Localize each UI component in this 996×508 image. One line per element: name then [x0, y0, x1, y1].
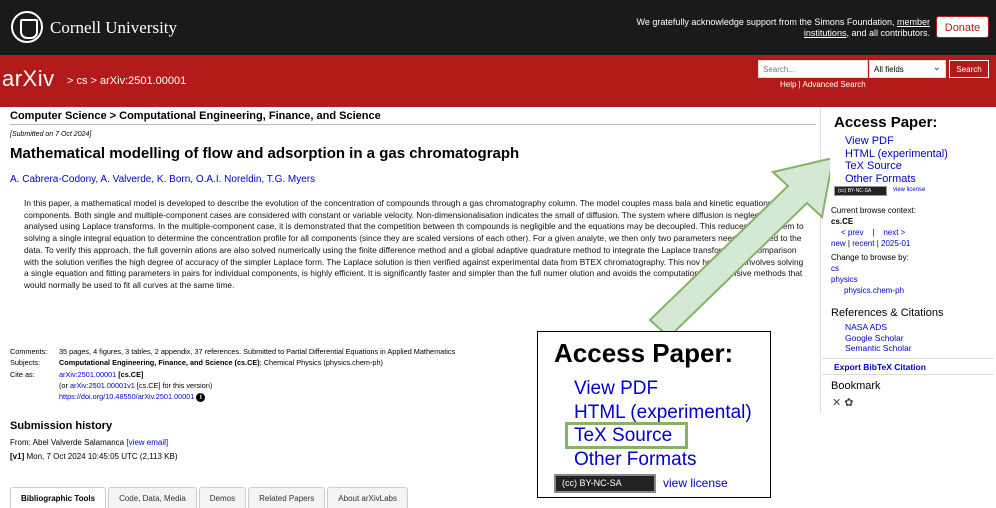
callout-html-link[interactable]: HTML (experimental): [574, 401, 752, 425]
nav-separator: |: [872, 228, 875, 237]
callout-heading: Access Paper:: [554, 338, 734, 368]
nasa-ads-link[interactable]: NASA ADS: [845, 322, 912, 333]
cite-tag: [cs.CE]: [116, 369, 144, 379]
acknowledgement: We gratefully acknowledge support from t…: [612, 17, 931, 39]
callout-other-formats-link[interactable]: Other Formats: [574, 448, 752, 472]
cite-id-link[interactable]: arXiv:2501.00001: [59, 370, 116, 379]
subjects-label: Subjects:: [10, 358, 41, 368]
author-list[interactable]: A. Cabrera-Codony, A. Valverde, K. Born,…: [10, 174, 315, 185]
cite-label: Cite as:: [10, 369, 35, 379]
callout-arrow: [648, 157, 830, 339]
donate-button[interactable]: Donate: [936, 16, 989, 38]
submitted-date: [Submitted on 7 Oct 2024]: [10, 131, 92, 138]
tab-about-arxivlabs[interactable]: About arXivLabs: [327, 487, 408, 508]
tex-source-highlight: [565, 422, 688, 449]
member-link[interactable]: member: [897, 17, 930, 27]
nav-separator: |: [847, 239, 850, 248]
view-pdf-link[interactable]: View PDF: [845, 135, 948, 148]
institutions-link[interactable]: institutions: [804, 28, 847, 38]
cornell-name[interactable]: Cornell University: [50, 18, 177, 38]
cornell-seal-icon[interactable]: [11, 11, 43, 43]
bookmark-icons: ✕ ✿: [832, 396, 854, 409]
chevron-down-icon: ⌄: [932, 62, 941, 73]
metadata-table: Comments: 35 pages, 4 figures, 3 tables, …: [10, 346, 456, 403]
export-bibtex-link[interactable]: Export BibTeX Citation: [834, 362, 926, 372]
secondary-subjects: ; Chemical Physics (physics.chem-ph): [259, 358, 383, 368]
references-heading: References & Citations: [831, 307, 944, 319]
new-link[interactable]: new: [831, 239, 846, 248]
cite-version-link[interactable]: arXiv:2501.00001v1: [70, 381, 135, 390]
comments-value: 35 pages, 4 figures, 3 tables, 2 appendi…: [59, 347, 456, 356]
google-scholar-link[interactable]: Google Scholar: [845, 333, 912, 344]
help-advanced-search-link[interactable]: Help | Advanced Search: [780, 80, 866, 89]
primary-subject: Computational Engineering, Finance, and …: [59, 358, 260, 368]
subject-header: Computer Science > Computational Enginee…: [10, 110, 381, 122]
bibsonomy-icon[interactable]: ✕: [832, 397, 841, 409]
tab-demos[interactable]: Demos: [198, 487, 247, 508]
browse-cs-link[interactable]: cs: [831, 264, 839, 273]
search-field-value: All fields: [874, 65, 904, 74]
change-browse-label: Change to browse by:: [831, 253, 909, 262]
bookmark-heading: Bookmark: [831, 380, 881, 392]
browse-context: Current browse context: cs.CE < prev | n…: [831, 205, 916, 296]
references-list: NASA ADS Google Scholar Semantic Scholar: [845, 322, 912, 354]
callout-cc-license-badge[interactable]: (cc) BY-NC-SA: [554, 474, 656, 493]
browse-context-label: Current browse context:: [831, 206, 916, 215]
prev-link[interactable]: < prev: [841, 228, 863, 237]
divider: [822, 358, 994, 359]
tex-source-link[interactable]: TeX Source: [845, 160, 948, 173]
callout-view-license-link[interactable]: view license: [663, 476, 728, 490]
breadcrumb[interactable]: > cs > arXiv:2501.00001: [67, 75, 186, 87]
month-link[interactable]: 2025-01: [881, 239, 910, 248]
submission-history-heading: Submission history: [10, 420, 113, 432]
version-date: Mon, 7 Oct 2024 10:45:05 UTC (2,113 KB): [24, 452, 178, 461]
search-button[interactable]: Search: [949, 60, 989, 78]
other-formats-link[interactable]: Other Formats: [845, 173, 948, 186]
access-paper-list: View PDF HTML (experimental) TeX Source …: [845, 135, 948, 185]
doi-link[interactable]: https://doi.org/10.48550/arXiv.2501.0000…: [59, 392, 194, 401]
cc-license-badge[interactable]: (cc) BY-NC-SA: [834, 186, 887, 196]
view-email-link[interactable]: [view email]: [126, 438, 168, 447]
comments-label: Comments:: [10, 347, 48, 356]
nav-separator: |: [876, 239, 879, 248]
ack-text-2: , and all contributors.: [846, 28, 930, 38]
view-license-link[interactable]: view license: [893, 187, 925, 193]
browse-physics-link[interactable]: physics: [831, 275, 858, 284]
html-experimental-link[interactable]: HTML (experimental): [845, 148, 948, 161]
divider: [822, 374, 994, 375]
recent-link[interactable]: recent: [852, 239, 874, 248]
callout-view-pdf-link[interactable]: View PDF: [574, 377, 752, 401]
tools-tabs: Bibliographic Tools Code, Data, Media De…: [10, 487, 410, 508]
next-link[interactable]: next >: [883, 228, 905, 237]
submitter: From: Abel Valverde Salamanca [view emai…: [10, 438, 168, 447]
arxiv-logo[interactable]: arXiv: [2, 66, 55, 92]
cite-version-pre: (or: [59, 380, 70, 390]
tab-related-papers[interactable]: Related Papers: [248, 487, 326, 508]
tab-bibliographic-tools[interactable]: Bibliographic Tools: [10, 487, 107, 508]
version-tag: [v1]: [10, 452, 25, 461]
browse-context-value: cs.CE: [831, 217, 854, 226]
tab-code-data-media[interactable]: Code, Data, Media: [108, 487, 197, 508]
paper-title: Mathematical modelling of flow and adsor…: [10, 145, 520, 162]
search-field-select[interactable]: All fields ⌄: [869, 60, 946, 78]
reddit-icon[interactable]: ✿: [844, 397, 853, 409]
submitter-name: From: Abel Valverde Salamanca: [10, 438, 127, 447]
arrow-shape: [648, 157, 830, 339]
semantic-scholar-link[interactable]: Semantic Scholar: [845, 343, 912, 354]
divider: [10, 124, 816, 125]
version-v1: [v1] Mon, 7 Oct 2024 10:45:05 UTC (2,113…: [10, 452, 178, 461]
info-icon[interactable]: i: [196, 393, 206, 403]
search-input[interactable]: Search...: [758, 60, 868, 78]
browse-chem-ph-link[interactable]: physics.chem-ph: [844, 286, 904, 295]
cite-version-post: [cs.CE] for this version): [134, 380, 213, 390]
ack-text: We gratefully acknowledge support from t…: [636, 17, 897, 27]
access-paper-heading: Access Paper:: [834, 114, 938, 131]
